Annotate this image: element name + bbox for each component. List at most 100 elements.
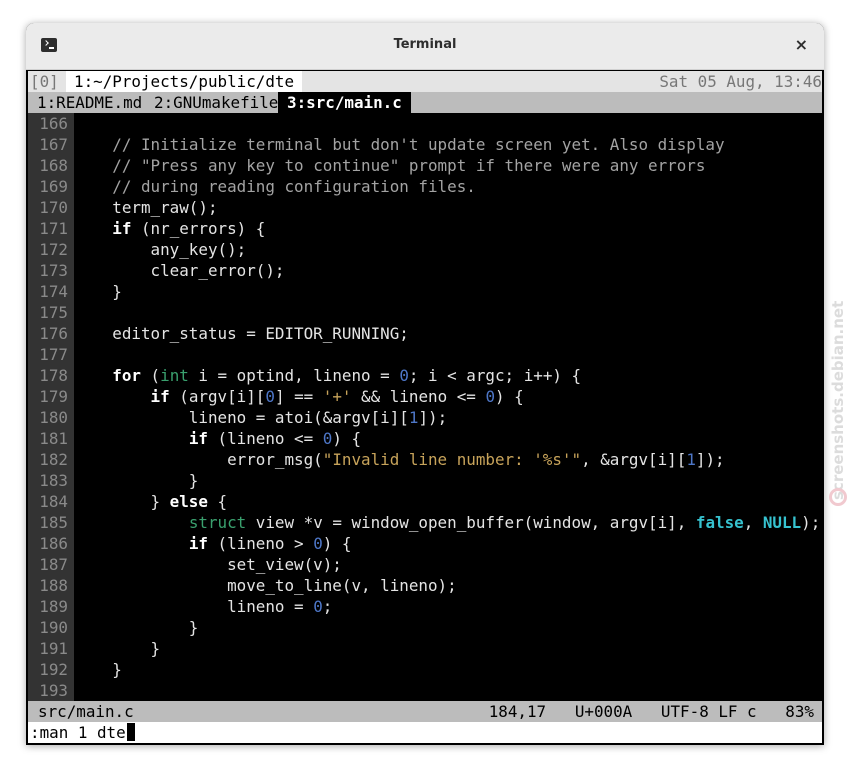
code-line[interactable]: 170 term_raw(); bbox=[28, 197, 822, 218]
code-line[interactable]: 177 bbox=[28, 344, 822, 365]
line-number: 180 bbox=[39, 408, 68, 427]
line-number: 179 bbox=[39, 387, 68, 406]
code-text: } else { bbox=[74, 492, 228, 511]
debian-logo-icon bbox=[829, 488, 847, 506]
line-number: 186 bbox=[39, 534, 68, 553]
code-line[interactable]: 166 bbox=[28, 113, 822, 134]
line-number: 176 bbox=[39, 324, 68, 343]
tmux-window-tab[interactable]: 1:~/Projects/public/dte bbox=[66, 71, 303, 92]
line-number: 192 bbox=[39, 660, 68, 679]
line-number: 177 bbox=[39, 345, 68, 364]
code-line[interactable]: 182 error_msg("Invalid line number: '%s'… bbox=[28, 449, 822, 470]
code-text: lineno = 0; bbox=[74, 597, 333, 616]
line-number: 172 bbox=[39, 240, 68, 259]
code-text: if (argv[i][0] == '+' && lineno <= 0) { bbox=[150, 387, 524, 406]
code-line[interactable]: 184 } else { bbox=[28, 491, 822, 512]
code-line[interactable]: 178 for (int i = optind, lineno = 0; i <… bbox=[28, 365, 822, 386]
line-number: 169 bbox=[39, 177, 68, 196]
code-line[interactable]: 180 lineno = atoi(&argv[i][1]); bbox=[28, 407, 822, 428]
code-text: // Initialize terminal but don't update … bbox=[112, 135, 725, 154]
line-number: 190 bbox=[39, 618, 68, 637]
tmux-status-bar: [0] 1:~/Projects/public/dte Sat 05 Aug, … bbox=[28, 71, 822, 92]
line-number: 187 bbox=[39, 555, 68, 574]
code-line[interactable]: 187 set_view(v); bbox=[28, 554, 822, 575]
code-text: clear_error(); bbox=[74, 261, 285, 280]
code-text: for (int i = optind, lineno = 0; i < arg… bbox=[112, 366, 582, 385]
watermark-text: screenshots.debian.net bbox=[829, 300, 847, 500]
code-text: lineno = atoi(&argv[i][1]); bbox=[74, 408, 448, 427]
terminal-window: Terminal × [0] 1:~/Projects/public/dte S… bbox=[26, 23, 824, 745]
tab-readme[interactable]: 1:README.md bbox=[28, 92, 151, 113]
text-cursor bbox=[126, 723, 135, 741]
tab-gnumakefile[interactable]: 2:GNUmakefile bbox=[145, 92, 287, 113]
line-number: 182 bbox=[39, 450, 68, 469]
code-line[interactable]: 186 if (lineno > 0) { bbox=[28, 533, 822, 554]
command-text: :man 1 dte bbox=[30, 723, 126, 742]
line-number: 188 bbox=[39, 576, 68, 595]
tmux-session-index: [0] bbox=[30, 72, 59, 91]
code-text: } bbox=[74, 282, 122, 301]
code-text: set_view(v); bbox=[74, 555, 342, 574]
code-line[interactable]: 171 if (nr_errors) { bbox=[28, 218, 822, 239]
code-line[interactable]: 192 } bbox=[28, 659, 822, 680]
line-number: 170 bbox=[39, 198, 68, 217]
code-line[interactable]: 173 clear_error(); bbox=[28, 260, 822, 281]
code-text: } bbox=[74, 618, 199, 637]
line-number: 193 bbox=[39, 681, 68, 700]
status-cursor-info: 184,17 U+000A UTF-8 LF c 83% bbox=[488, 702, 814, 721]
code-text: error_msg("Invalid line number: '%s'", &… bbox=[74, 450, 725, 469]
terminal-screen[interactable]: [0] 1:~/Projects/public/dte Sat 05 Aug, … bbox=[28, 71, 822, 745]
editor-status-bar: src/main.c 184,17 U+000A UTF-8 LF c 83% bbox=[28, 701, 822, 722]
code-line[interactable]: 190 } bbox=[28, 617, 822, 638]
code-line[interactable]: 168 // "Press any key to continue" promp… bbox=[28, 155, 822, 176]
code-text: if (nr_errors) { bbox=[112, 219, 266, 238]
code-line[interactable]: 169 // during reading configuration file… bbox=[28, 176, 822, 197]
title-bar: Terminal × bbox=[26, 23, 824, 70]
code-text: } bbox=[74, 471, 199, 490]
line-number: 174 bbox=[39, 282, 68, 301]
code-line[interactable]: 191 } bbox=[28, 638, 822, 659]
status-file-path: src/main.c bbox=[38, 702, 134, 721]
code-text: editor_status = EDITOR_RUNNING; bbox=[74, 324, 409, 343]
line-number: 175 bbox=[39, 303, 68, 322]
code-text: term_raw(); bbox=[74, 198, 218, 217]
code-text: // during reading configuration files. bbox=[112, 177, 476, 196]
code-line[interactable]: 179 if (argv[i][0] == '+' && lineno <= 0… bbox=[28, 386, 822, 407]
line-number: 184 bbox=[39, 492, 68, 511]
editor-tab-bar: 1:README.md 2:GNUmakefile 3:src/main.c bbox=[28, 92, 822, 113]
tmux-clock: Sat 05 Aug, 13:46 bbox=[659, 72, 822, 91]
code-line[interactable]: 172 any_key(); bbox=[28, 239, 822, 260]
command-line[interactable]: :man 1 dte bbox=[28, 722, 822, 743]
line-number: 166 bbox=[39, 114, 68, 133]
code-line[interactable]: 176 editor_status = EDITOR_RUNNING; bbox=[28, 323, 822, 344]
code-line[interactable]: 185 struct view *v = window_open_buffer(… bbox=[28, 512, 822, 533]
code-line[interactable]: 181 if (lineno <= 0) { bbox=[28, 428, 822, 449]
line-number: 173 bbox=[39, 261, 68, 280]
code-text: any_key(); bbox=[74, 240, 247, 259]
code-text: } bbox=[74, 639, 161, 658]
line-number: 183 bbox=[39, 471, 68, 490]
code-line[interactable]: 175 bbox=[28, 302, 822, 323]
command-input[interactable]: :man 1 dte bbox=[30, 722, 135, 743]
code-line[interactable]: 193 bbox=[28, 680, 822, 701]
close-icon[interactable]: × bbox=[795, 35, 808, 54]
window-title: Terminal bbox=[393, 37, 457, 52]
line-number: 191 bbox=[39, 639, 68, 658]
code-line[interactable]: 188 move_to_line(v, lineno); bbox=[28, 575, 822, 596]
tab-main-c[interactable]: 3:src/main.c bbox=[278, 92, 411, 113]
line-number: 185 bbox=[39, 513, 68, 532]
line-number: 189 bbox=[39, 597, 68, 616]
code-line[interactable]: 183 } bbox=[28, 470, 822, 491]
code-line[interactable]: 174 } bbox=[28, 281, 822, 302]
code-line[interactable]: 189 lineno = 0; bbox=[28, 596, 822, 617]
code-text: struct view *v = window_open_buffer(wind… bbox=[188, 513, 821, 532]
code-text: if (lineno > 0) { bbox=[188, 534, 352, 553]
code-text: move_to_line(v, lineno); bbox=[74, 576, 457, 595]
code-text: if (lineno <= 0) { bbox=[188, 429, 362, 448]
line-number: 171 bbox=[39, 219, 68, 238]
line-number: 181 bbox=[39, 429, 68, 448]
code-line[interactable]: 167 // Initialize terminal but don't upd… bbox=[28, 134, 822, 155]
line-number: 178 bbox=[39, 366, 68, 385]
code-text: } bbox=[74, 660, 122, 679]
line-number: 167 bbox=[39, 135, 68, 154]
